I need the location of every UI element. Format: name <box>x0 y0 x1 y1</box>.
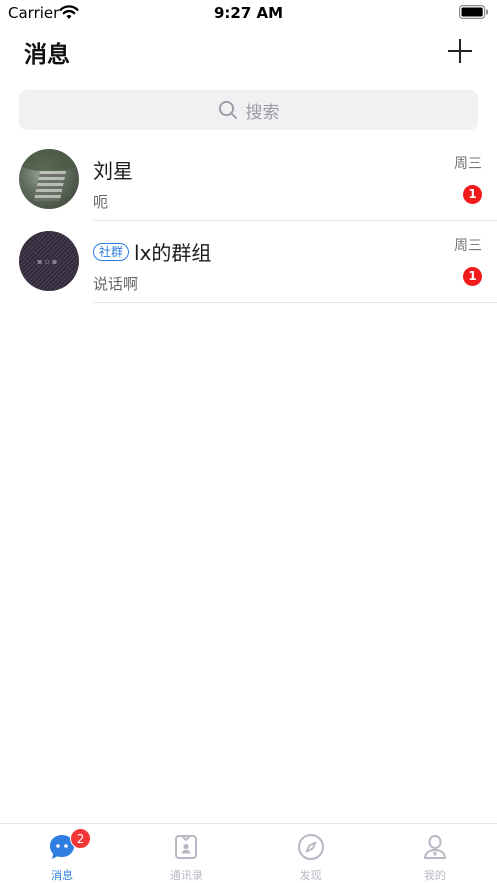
conversation-list: 刘星 呃 周三 1 ▪▫▪ 社群 lx的群组 说话啊 周三 1 <box>0 140 497 304</box>
clock: 9:27 AM <box>213 4 284 22</box>
contacts-icon <box>175 835 198 859</box>
status-bar: Carrier 9:27 AM <box>0 0 497 26</box>
plus-icon[interactable] <box>447 38 473 64</box>
search-icon <box>218 100 237 119</box>
message-time: 周三 <box>454 156 482 172</box>
tab-discover[interactable]: 发现 <box>249 824 373 883</box>
tab-messages[interactable]: 2 消息 <box>0 824 124 883</box>
conversation-row[interactable]: ▪▫▪ 社群 lx的群组 说话啊 周三 1 <box>0 222 497 304</box>
tab-contacts[interactable]: 通讯录 <box>124 824 248 883</box>
tab-label: 消息 <box>51 869 74 882</box>
divider <box>93 220 497 221</box>
conversation-name: lx的群组 <box>134 241 212 265</box>
battery-icon <box>459 5 488 19</box>
search-placeholder: 搜索 <box>245 102 280 123</box>
nav-bar: 消息 <box>0 26 497 82</box>
tab-label: 通讯录 <box>169 869 203 882</box>
avatar <box>19 149 79 209</box>
conversation-name: 刘星 <box>93 159 133 183</box>
unread-badge: 1 <box>463 267 482 286</box>
tab-me[interactable]: 我的 <box>373 824 497 883</box>
community-tag: 社群 <box>93 242 130 261</box>
tab-bar: 2 消息 通讯录 发现 我的 <box>0 823 497 883</box>
compass-icon <box>297 834 324 860</box>
message-preview: 说话啊 <box>93 275 139 293</box>
search-bar[interactable]: 搜索 <box>19 90 478 130</box>
message-preview: 呃 <box>93 193 109 211</box>
tab-label: 我的 <box>423 869 446 882</box>
tab-label: 发现 <box>299 869 322 882</box>
tab-badge: 2 <box>70 828 92 849</box>
message-time: 周三 <box>454 238 482 254</box>
person-icon <box>423 834 446 859</box>
avatar: ▪▫▪ <box>19 231 79 291</box>
page-title: 消息 <box>24 42 70 68</box>
divider <box>93 302 497 303</box>
unread-badge: 1 <box>463 185 482 204</box>
conversation-row[interactable]: 刘星 呃 周三 1 <box>0 140 497 222</box>
